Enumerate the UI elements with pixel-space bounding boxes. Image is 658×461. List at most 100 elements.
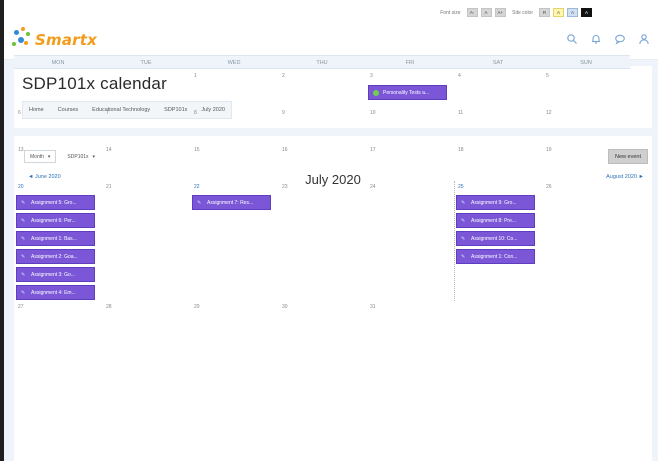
day-number: 30	[282, 304, 288, 310]
calendar-day-cell[interactable]: 13	[14, 144, 102, 181]
weekday-mon: MON	[51, 60, 65, 66]
calendar-day-cell[interactable]: 2	[278, 70, 366, 107]
assignment-icon: ✎	[461, 218, 466, 224]
event-title: Assignment 6: Per...	[31, 218, 76, 224]
calendar-event[interactable]: ✎ Assignment 8: Pre...	[456, 213, 535, 228]
day-number: 28	[106, 304, 112, 310]
color-black-button[interactable]: A	[581, 8, 592, 17]
accessibility-bar: Font size A- A A+ Site color R A A A	[4, 0, 658, 24]
day-number: 2	[282, 73, 285, 79]
calendar-day-cell[interactable]: 9	[278, 107, 366, 144]
day-number: 3	[370, 73, 373, 79]
activity-icon	[373, 90, 379, 96]
calendar-day-cell[interactable]: 29	[190, 301, 278, 321]
day-number: 8	[194, 110, 197, 116]
event-title: Assignment 4: Em...	[31, 290, 76, 296]
font-reset-button[interactable]: A	[480, 8, 492, 17]
calendar-day-cell[interactable]: 28	[102, 301, 190, 321]
calendar-day-cell[interactable]: 26	[542, 181, 630, 301]
calendar-day-cell[interactable]: 8	[190, 107, 278, 144]
calendar-day-cell[interactable]: 18	[454, 144, 542, 181]
calendar-week: 6 7 8 9 10 11 12	[14, 107, 630, 144]
calendar-day-cell[interactable]: 19	[542, 144, 630, 181]
calendar-day-cell[interactable]: 11	[454, 107, 542, 144]
color-yellow-button[interactable]: A	[553, 8, 564, 17]
calendar-event[interactable]: ✎ Assignment 1: Con...	[456, 249, 535, 264]
calendar-event[interactable]: ✎ Assignment 4: Em...	[16, 285, 95, 300]
event-title: Assignment 2: Goa...	[31, 254, 78, 260]
calendar-day-cell[interactable]: 3 Personality Tests a...	[366, 70, 454, 107]
calendar-event[interactable]: ✎ Assignment 5: Gro...	[16, 195, 95, 210]
calendar-day-cell[interactable]: 16	[278, 144, 366, 181]
cell-divider	[454, 181, 455, 301]
calendar-day-cell[interactable]: 24	[366, 181, 454, 301]
calendar-day-cell[interactable]: 7	[102, 107, 190, 144]
calendar-event[interactable]: ✎ Assignment 2: Goa...	[16, 249, 95, 264]
calendar-day-cell[interactable]: 10	[366, 107, 454, 144]
calendar-week: 20 ✎ Assignment 5: Gro... ✎ Assignment 6: …	[14, 181, 630, 301]
day-number: 4	[458, 73, 461, 79]
calendar-event[interactable]: ✎ Assignment 9: Gro...	[456, 195, 535, 210]
assignment-icon: ✎	[197, 200, 202, 206]
calendar-day-cell[interactable]: 27	[14, 301, 102, 321]
calendar-day-cell[interactable]: 1	[190, 70, 278, 107]
day-number: 27	[18, 304, 24, 310]
day-number: 23	[282, 184, 288, 190]
calendar-day-cell[interactable]: 31	[366, 301, 454, 321]
day-number: 20	[18, 184, 24, 190]
calendar-week: 27 28 29 30 31	[14, 301, 630, 321]
event-title: Assignment 1: Con...	[471, 254, 518, 260]
day-number: 13	[18, 147, 24, 153]
calendar-day-cell[interactable]: 22 ✎ Assignment 7: Res...	[190, 181, 278, 301]
calendar-event[interactable]: ✎ Assignment 10: Co...	[456, 231, 535, 246]
calendar-day-cell[interactable]: 30	[278, 301, 366, 321]
day-number: 17	[370, 147, 376, 153]
search-icon[interactable]	[566, 32, 578, 44]
calendar-day-cell[interactable]: 14	[102, 144, 190, 181]
calendar-day-cell[interactable]: 4	[454, 70, 542, 107]
day-number: 19	[546, 147, 552, 153]
event-title: Assignment 9: Gro...	[471, 200, 517, 206]
day-number: 12	[546, 110, 552, 116]
color-blue-button[interactable]: A	[567, 8, 578, 17]
calendar-event[interactable]: ✎ Assignment 3: Go...	[16, 267, 95, 282]
calendar-day-cell[interactable]: 23	[278, 181, 366, 301]
calendar-day-cell[interactable]: 6	[14, 107, 102, 144]
calendar-event[interactable]: ✎ Assignment 6: Per...	[16, 213, 95, 228]
calendar-day-cell[interactable]: 15	[190, 144, 278, 181]
site-logo[interactable]: Smartx	[12, 26, 97, 52]
calendar-week: 1 2 3 Personality Tests a... 4 5	[14, 70, 630, 107]
calendar-event[interactable]: Personality Tests a...	[368, 85, 447, 100]
calendar-day-cell[interactable]	[542, 301, 630, 321]
calendar-event[interactable]: ✎ Assignment 1: Bas...	[16, 231, 95, 246]
day-number: 16	[282, 147, 288, 153]
weekday-thu: THU	[316, 60, 328, 66]
calendar-day-cell[interactable]: 20 ✎ Assignment 5: Gro... ✎ Assignment 6: …	[14, 181, 102, 301]
font-decrease-button[interactable]: A-	[466, 8, 478, 17]
calendar-day-cell[interactable]: 12	[542, 107, 630, 144]
event-title: Assignment 8: Pre...	[471, 218, 517, 224]
calendar-day-cell[interactable]	[454, 301, 542, 321]
day-number: 22	[194, 184, 200, 190]
assignment-icon: ✎	[21, 218, 26, 224]
calendar-day-cell[interactable]: 25 ✎ Assignment 9: Gro... ✎ Assignment 8: …	[454, 181, 542, 301]
day-number: 21	[106, 184, 112, 190]
day-number: 14	[106, 147, 112, 153]
weekday-sun: SUN	[580, 60, 592, 66]
chat-icon[interactable]	[614, 32, 626, 45]
day-number: 5	[546, 73, 549, 79]
calendar-day-cell[interactable]: 21	[102, 181, 190, 301]
calendar-day-cell[interactable]: 5	[542, 70, 630, 107]
font-increase-button[interactable]: A+	[494, 8, 507, 17]
user-menu-icon[interactable]	[638, 32, 650, 45]
calendar-day-cell[interactable]	[102, 70, 190, 107]
bell-icon[interactable]	[590, 32, 602, 44]
calendar-event[interactable]: ✎ Assignment 7: Res...	[192, 195, 271, 210]
day-number: 25	[458, 184, 464, 190]
event-title: Assignment 3: Go...	[31, 272, 75, 278]
assignment-icon: ✎	[21, 200, 26, 206]
color-reset-button[interactable]: R	[539, 8, 550, 17]
assignment-icon: ✎	[461, 236, 466, 242]
calendar-day-cell[interactable]	[14, 70, 102, 107]
calendar-day-cell[interactable]: 17	[366, 144, 454, 181]
